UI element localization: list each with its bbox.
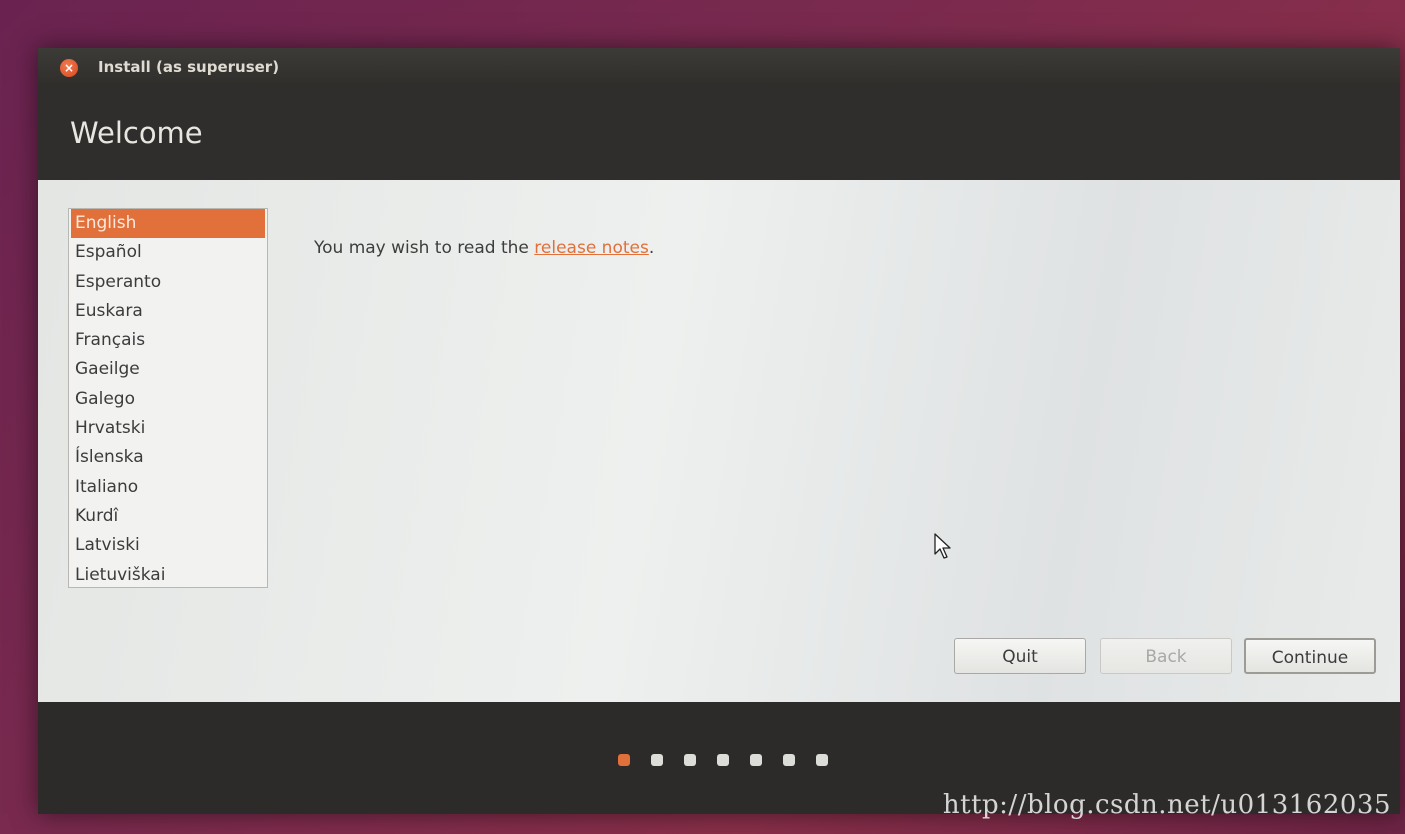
- close-icon[interactable]: ×: [60, 59, 78, 77]
- language-item-kurdi[interactable]: Kurdî: [69, 502, 267, 531]
- progress-dot: [750, 754, 762, 766]
- back-button[interactable]: Back: [1100, 638, 1232, 674]
- language-item-espanol[interactable]: Español: [69, 238, 267, 267]
- release-notes-prefix: You may wish to read the: [314, 238, 535, 258]
- release-notes-text: You may wish to read the release notes.: [314, 238, 654, 258]
- progress-dot: [618, 754, 630, 766]
- language-item-euskara[interactable]: Euskara: [69, 297, 267, 326]
- progress-dot: [651, 754, 663, 766]
- language-item-hrvatski[interactable]: Hrvatski: [69, 414, 267, 443]
- language-item-latviski[interactable]: Latviski: [69, 531, 267, 560]
- progress-dot: [717, 754, 729, 766]
- quit-button[interactable]: Quit: [954, 638, 1086, 674]
- language-item-galego[interactable]: Galego: [69, 385, 267, 414]
- progress-dot: [783, 754, 795, 766]
- language-item-lietuviskai[interactable]: Lietuviškai: [69, 561, 267, 587]
- mouse-pointer-icon: [934, 533, 951, 559]
- page-header: Welcome: [38, 86, 1400, 180]
- language-item-francais[interactable]: Français: [69, 326, 267, 355]
- progress-dot: [816, 754, 828, 766]
- title-bar: × Install (as superuser): [38, 48, 1400, 86]
- watermark-text: http://blog.csdn.net/u013162035: [942, 790, 1391, 820]
- language-item-esperanto[interactable]: Esperanto: [69, 268, 267, 297]
- page-title: Welcome: [70, 116, 203, 150]
- language-item-islenska[interactable]: Íslenska: [69, 443, 267, 472]
- window-title: Install (as superuser): [98, 58, 280, 76]
- release-notes-suffix: .: [648, 238, 655, 258]
- main-content: English Español Esperanto Euskara França…: [38, 180, 1400, 702]
- language-item-gaeilge[interactable]: Gaeilge: [69, 355, 267, 384]
- installer-window: × Install (as superuser) Welcome English…: [38, 48, 1400, 814]
- release-notes-link[interactable]: release notes: [534, 238, 649, 258]
- progress-dot: [684, 754, 696, 766]
- language-item-english[interactable]: English: [71, 209, 265, 239]
- language-list[interactable]: English Español Esperanto Euskara França…: [68, 208, 268, 588]
- continue-button[interactable]: Continue: [1244, 638, 1376, 674]
- progress-dots: [618, 754, 828, 766]
- language-item-italiano[interactable]: Italiano: [69, 473, 267, 502]
